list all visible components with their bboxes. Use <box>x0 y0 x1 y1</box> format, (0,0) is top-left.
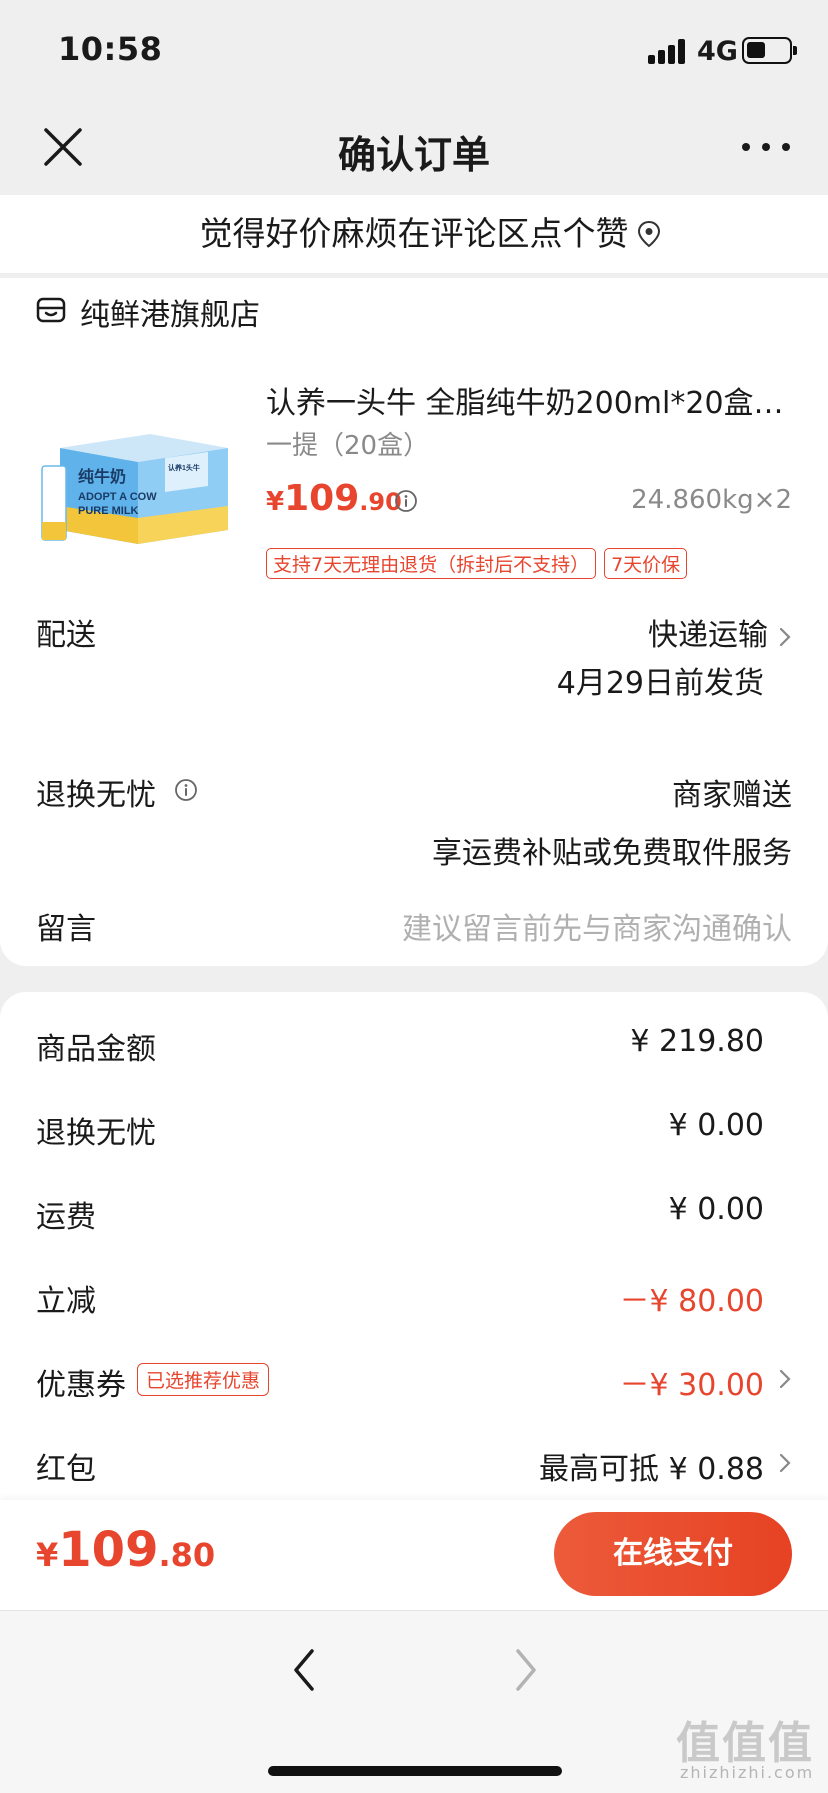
battery-icon <box>742 37 797 64</box>
summary-value-coupon[interactable]: －¥ 30.00 <box>619 1360 764 1404</box>
network-type: 4G <box>697 36 738 67</box>
price-currency: ¥ <box>266 487 285 517</box>
worry-free-desc: 享运费补贴或免费取件服务 <box>432 836 792 871</box>
store-name[interactable]: 纯鲜港旗舰店 <box>80 290 260 334</box>
summary-value-red-packet[interactable]: 最高可抵 ¥ 0.88 <box>539 1444 764 1488</box>
product-image-title: 纯牛奶 <box>78 467 126 486</box>
summary-value-worry-free: ¥ 0.00 <box>668 1108 764 1143</box>
status-bar: 10:58 4G <box>0 0 828 100</box>
page-title: 确认订单 <box>337 133 490 177</box>
status-time: 10:58 <box>58 30 163 68</box>
chevron-right-icon <box>779 627 791 646</box>
product-tags: 支持7天无理由退货（拆封后不支持） 7天价保 <box>266 548 688 579</box>
price-info-icon[interactable] <box>394 489 418 513</box>
summary-value-shipping: ¥ 0.00 <box>668 1192 764 1227</box>
summary-value-goods: ¥ 219.80 <box>630 1024 764 1059</box>
banner-text: 觉得好价麻烦在评论区点个赞 <box>199 214 629 253</box>
signal-icon <box>648 38 688 64</box>
delivery-method[interactable]: 快递运输 <box>648 610 792 654</box>
coupon-tag: 已选推荐优惠 <box>137 1363 270 1396</box>
forward-arrow-icon[interactable] <box>512 1647 540 1693</box>
delivery-method-text: 快递运输 <box>648 618 768 653</box>
summary-label-worry-free: 退换无忧 <box>36 1116 156 1151</box>
product-image-line2: ADOPT A COW <box>78 491 157 503</box>
notice-banner: 觉得好价麻烦在评论区点个赞 <box>0 195 828 273</box>
total-integer: 109 <box>58 1522 159 1578</box>
product-title[interactable]: 认养一头牛 全脂纯牛奶200ml*20盒… <box>266 378 796 422</box>
total-price: ¥109.80 <box>36 1522 215 1578</box>
summary-label-discount: 立减 <box>36 1284 96 1319</box>
worry-free-info-icon[interactable] <box>174 778 198 802</box>
message-label: 留言 <box>36 912 96 947</box>
delivery-label: 配送 <box>36 618 96 653</box>
price-integer: 109 <box>284 478 360 519</box>
total-decimal: .80 <box>158 1536 216 1574</box>
watermark-logo: 值值值 <box>676 1718 814 1769</box>
location-pin-icon <box>637 220 661 248</box>
watermark-url: zhizhizhi.com <box>680 1763 815 1782</box>
summary-value-discount: －¥ 80.00 <box>619 1284 764 1319</box>
home-indicator[interactable] <box>268 1766 562 1776</box>
summary-label-red-packet: 红包 <box>36 1452 96 1487</box>
more-icon[interactable] <box>740 130 792 164</box>
browser-toolbar: 值值值 zhizhizhi.com <box>0 1610 828 1793</box>
return-policy-tag: 支持7天无理由退货（拆封后不支持） <box>266 548 597 579</box>
chevron-right-icon <box>779 1453 791 1473</box>
product-spec: 一提（20盒） <box>266 431 430 461</box>
summary-label-shipping: 运费 <box>36 1200 96 1235</box>
summary-label-goods: 商品金额 <box>36 1032 156 1067</box>
pay-online-button[interactable]: 在线支付 <box>554 1512 792 1596</box>
product-image-brand: 认养1头牛 <box>168 463 200 472</box>
watermark: 值值值 zhizhizhi.com <box>676 1707 821 1789</box>
price-summary-card: 商品金额 ¥ 219.80 退换无忧 ¥ 0.00 运费 ¥ 0.00 立减 －… <box>0 992 828 1512</box>
order-card: 纯鲜港旗舰店 纯牛奶 ADOPT A COW PURE MILK 认养1头牛 认… <box>0 278 828 966</box>
worry-free-label: 退换无忧 <box>36 778 156 813</box>
store-icon <box>36 297 66 323</box>
back-arrow-icon[interactable] <box>290 1647 318 1693</box>
price-protect-tag: 7天价保 <box>604 548 688 579</box>
message-input[interactable]: 建议留言前先与商家沟通确认 <box>402 904 792 948</box>
delivery-date: 4月29日前发货 <box>556 666 764 701</box>
nav-bar: 确认订单 <box>0 100 828 195</box>
product-image-line3: PURE MILK <box>78 505 139 517</box>
weight-quantity: 24.860kg×2 <box>631 485 792 515</box>
total-currency: ¥ <box>36 1536 59 1574</box>
worry-free-value: 商家赠送 <box>672 778 792 813</box>
summary-label-coupon: 优惠券 <box>36 1368 126 1403</box>
product-image[interactable]: 纯牛奶 ADOPT A COW PURE MILK 认养1头牛 <box>40 426 228 544</box>
chevron-right-icon <box>779 1369 791 1389</box>
product-price: ¥109.90 <box>266 478 402 519</box>
pay-bar: ¥109.80 在线支付 <box>0 1500 828 1610</box>
